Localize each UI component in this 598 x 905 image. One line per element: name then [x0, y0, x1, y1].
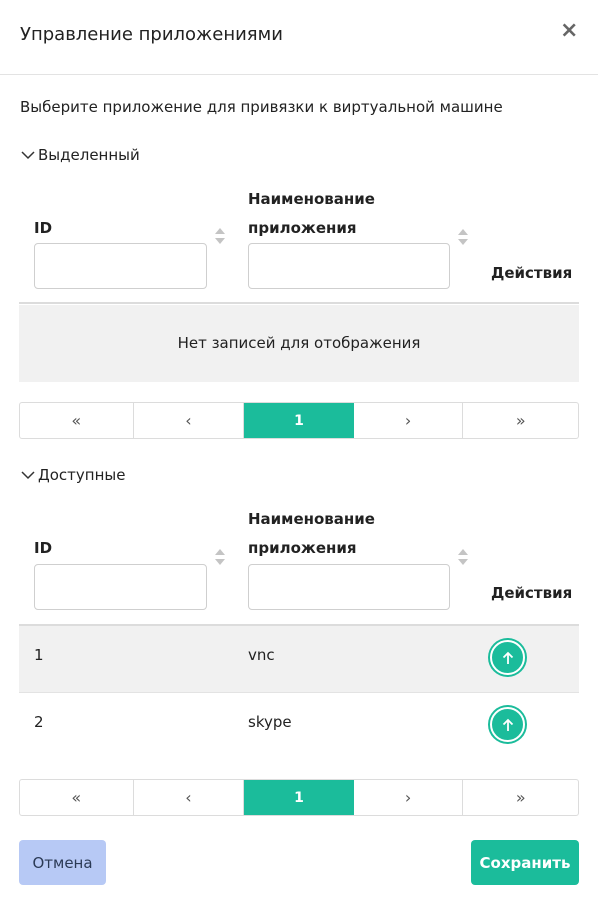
close-icon[interactable]: × — [560, 18, 578, 44]
chevron-down-icon — [21, 151, 35, 160]
cell-name: vnc — [248, 646, 275, 664]
section-title-selected: Выделенный — [38, 146, 140, 164]
cancel-button[interactable]: Отмена — [19, 840, 106, 885]
table-row: 2 skype — [19, 693, 579, 760]
sort-icon[interactable] — [457, 228, 469, 246]
cell-id: 1 — [34, 646, 44, 664]
filter-id-input[interactable] — [34, 564, 207, 610]
filter-id-input[interactable] — [34, 243, 207, 289]
dialog-header: Управление приложениями × — [0, 0, 598, 75]
filter-name-input[interactable] — [248, 564, 450, 610]
section-title-available: Доступные — [38, 466, 126, 484]
cell-id: 2 — [34, 713, 44, 731]
pagination-selected: « ‹ 1 › » — [19, 402, 579, 439]
page-first-button[interactable]: « — [20, 780, 134, 815]
column-header-name: Наименование приложения — [248, 505, 375, 563]
page-number-button[interactable]: 1 — [244, 403, 354, 438]
dialog-intro-text: Выберите приложение для привязки к вирту… — [20, 98, 503, 116]
column-header-actions: Действия — [491, 584, 573, 602]
table-header-divider — [19, 302, 579, 304]
sort-icon[interactable] — [214, 548, 226, 566]
section-toggle-selected[interactable]: Выделенный — [20, 146, 140, 164]
page-number-button[interactable]: 1 — [244, 780, 354, 815]
column-header-name-line1: Наименование — [248, 510, 375, 528]
pagination-available: « ‹ 1 › » — [19, 779, 579, 816]
column-header-name-line2: приложения — [248, 539, 357, 557]
column-header-actions: Действия — [491, 264, 573, 282]
column-header-id: ID — [34, 539, 53, 557]
column-header-name: Наименование приложения — [248, 185, 375, 243]
save-button[interactable]: Сохранить — [471, 840, 579, 885]
page-prev-button[interactable]: ‹ — [134, 780, 245, 815]
filter-name-input[interactable] — [248, 243, 450, 289]
table-row: 1 vnc — [19, 626, 579, 693]
sort-icon[interactable] — [214, 227, 226, 245]
arrow-up-icon — [502, 651, 513, 664]
empty-table-message: Нет записей для отображения — [19, 305, 579, 382]
page-prev-button[interactable]: ‹ — [134, 403, 245, 438]
page-next-button[interactable]: › — [354, 780, 464, 815]
cell-name: skype — [248, 713, 292, 731]
section-toggle-available[interactable]: Доступные — [20, 466, 125, 484]
dialog-title: Управление приложениями — [20, 24, 283, 45]
sort-icon[interactable] — [457, 548, 469, 566]
page-last-button[interactable]: » — [463, 780, 578, 815]
page-first-button[interactable]: « — [20, 403, 134, 438]
arrow-up-icon — [502, 718, 513, 731]
attach-app-button[interactable] — [490, 640, 525, 675]
manage-apps-dialog: Управление приложениями × Выберите прило… — [0, 0, 598, 905]
column-header-name-line1: Наименование — [248, 190, 375, 208]
column-header-name-line2: приложения — [248, 219, 357, 237]
attach-app-button[interactable] — [490, 707, 525, 742]
column-header-id: ID — [34, 219, 53, 237]
page-next-button[interactable]: › — [354, 403, 464, 438]
page-last-button[interactable]: » — [463, 403, 578, 438]
chevron-down-icon — [21, 471, 35, 480]
